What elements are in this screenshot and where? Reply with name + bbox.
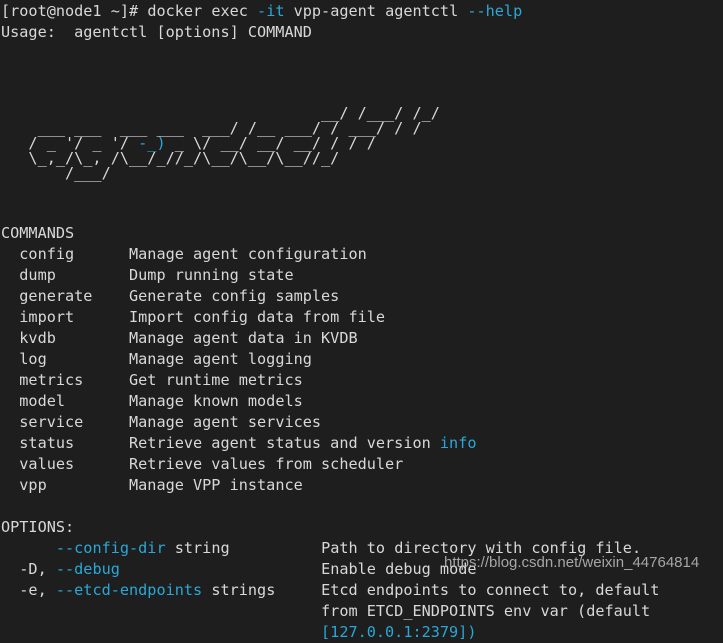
prompt-user-host: [root@node1 ~]# bbox=[1, 2, 148, 20]
prompt-command-head: docker exec bbox=[147, 2, 258, 20]
command-description: Manage agent services bbox=[129, 413, 322, 431]
prompt-flag-help: --help bbox=[467, 2, 523, 20]
command-row[interactable]: log Manage agent logging bbox=[1, 349, 723, 370]
command-description: Manage VPP instance bbox=[129, 476, 303, 494]
option-long-flag: --debug bbox=[55, 560, 120, 578]
option-type: strings bbox=[202, 581, 276, 599]
command-description: Manage agent data in KVDB bbox=[129, 329, 358, 347]
option-type: string bbox=[165, 539, 230, 557]
command-row[interactable]: kvdb Manage agent data in KVDB bbox=[1, 328, 723, 349]
command-name: config bbox=[1, 245, 130, 263]
command-name: model bbox=[1, 392, 130, 410]
option-description-cont-text: from ETCD_ENDPOINTS env var (default bbox=[1, 602, 651, 620]
option-description-continuation: from ETCD_ENDPOINTS env var (default bbox=[1, 601, 723, 622]
command-name: values bbox=[1, 455, 130, 473]
command-row[interactable]: metrics Get runtime metrics bbox=[1, 370, 723, 391]
command-name: vpp bbox=[1, 476, 130, 494]
option-short-flag bbox=[1, 539, 56, 557]
option-description: Etcd endpoints to connect to, default bbox=[321, 581, 660, 599]
options-header: OPTIONS: bbox=[1, 518, 75, 536]
command-row[interactable]: import Import config data from file bbox=[1, 307, 723, 328]
option-short-flag: -e, bbox=[1, 581, 56, 599]
commands-list: config Manage agent configuration dump D… bbox=[1, 244, 723, 496]
command-description: Generate config samples bbox=[129, 287, 340, 305]
command-description: Dump running state bbox=[129, 266, 294, 284]
command-description: Manage agent configuration bbox=[129, 245, 367, 263]
command-name: status bbox=[1, 434, 130, 452]
command-row[interactable]: values Retrieve values from scheduler bbox=[1, 454, 723, 475]
option-short-flag: -D, bbox=[1, 560, 56, 578]
command-name: metrics bbox=[1, 371, 130, 389]
command-row[interactable]: status Retrieve agent status and version… bbox=[1, 433, 723, 454]
command-description: Manage agent logging bbox=[129, 350, 312, 368]
agentctl-ascii-logo: __/ /___/ /_/ ___ ___ ___ ___ ___/ /__ _… bbox=[1, 105, 723, 182]
options-list: --config-dir string Path to directory wi… bbox=[1, 538, 723, 643]
command-description: Import config data from file bbox=[129, 308, 386, 326]
option-description: Path to directory with config file. bbox=[321, 539, 642, 557]
command-name: dump bbox=[1, 266, 130, 284]
option-row[interactable]: -e, --etcd-endpoints strings Etcd endpoi… bbox=[1, 580, 723, 601]
option-long-flag: --config-dir bbox=[55, 539, 166, 557]
command-row[interactable]: config Manage agent configuration bbox=[1, 244, 723, 265]
option-default-value-row: [127.0.0.1:2379]) bbox=[1, 622, 723, 643]
option-row[interactable]: --config-dir string Path to directory wi… bbox=[1, 538, 723, 559]
command-name: generate bbox=[1, 287, 130, 305]
command-row[interactable]: model Manage known models bbox=[1, 391, 723, 412]
usage-line: Usage: agentctl [options] COMMAND bbox=[1, 23, 312, 41]
command-description: Manage known models bbox=[129, 392, 303, 410]
command-row[interactable]: vpp Manage VPP instance bbox=[1, 475, 723, 496]
option-long-flag: --etcd-endpoints bbox=[55, 581, 203, 599]
command-row[interactable]: service Manage agent services bbox=[1, 412, 723, 433]
command-description: Get runtime metrics bbox=[129, 371, 303, 389]
option-gap bbox=[230, 539, 321, 557]
command-name: log bbox=[1, 350, 130, 368]
command-description: Retrieve agent status and version bbox=[129, 434, 440, 452]
command-name: kvdb bbox=[1, 329, 130, 347]
command-description-accent: info bbox=[439, 434, 477, 452]
option-default-value: [127.0.0.1:2379]) bbox=[1, 623, 477, 641]
command-name: import bbox=[1, 308, 130, 326]
command-name: service bbox=[1, 413, 130, 431]
prompt-flag-it: -it bbox=[257, 2, 285, 20]
commands-header: COMMANDS bbox=[1, 224, 75, 242]
option-gap bbox=[120, 560, 321, 578]
option-row[interactable]: -D, --debug Enable debug mode bbox=[1, 559, 723, 580]
prompt-command-mid: vpp-agent agentctl bbox=[284, 2, 468, 20]
command-description: Retrieve values from scheduler bbox=[129, 455, 404, 473]
option-description: Enable debug mode bbox=[321, 560, 477, 578]
banner-line-5: /___/ bbox=[1, 164, 111, 182]
command-row[interactable]: generate Generate config samples bbox=[1, 286, 723, 307]
command-row[interactable]: dump Dump running state bbox=[1, 265, 723, 286]
terminal-window[interactable]: [root@node1 ~]# docker exec -it vpp-agen… bbox=[0, 0, 723, 641]
prompt-line: [root@node1 ~]# docker exec -it vpp-agen… bbox=[1, 1, 723, 22]
option-gap bbox=[275, 581, 321, 599]
